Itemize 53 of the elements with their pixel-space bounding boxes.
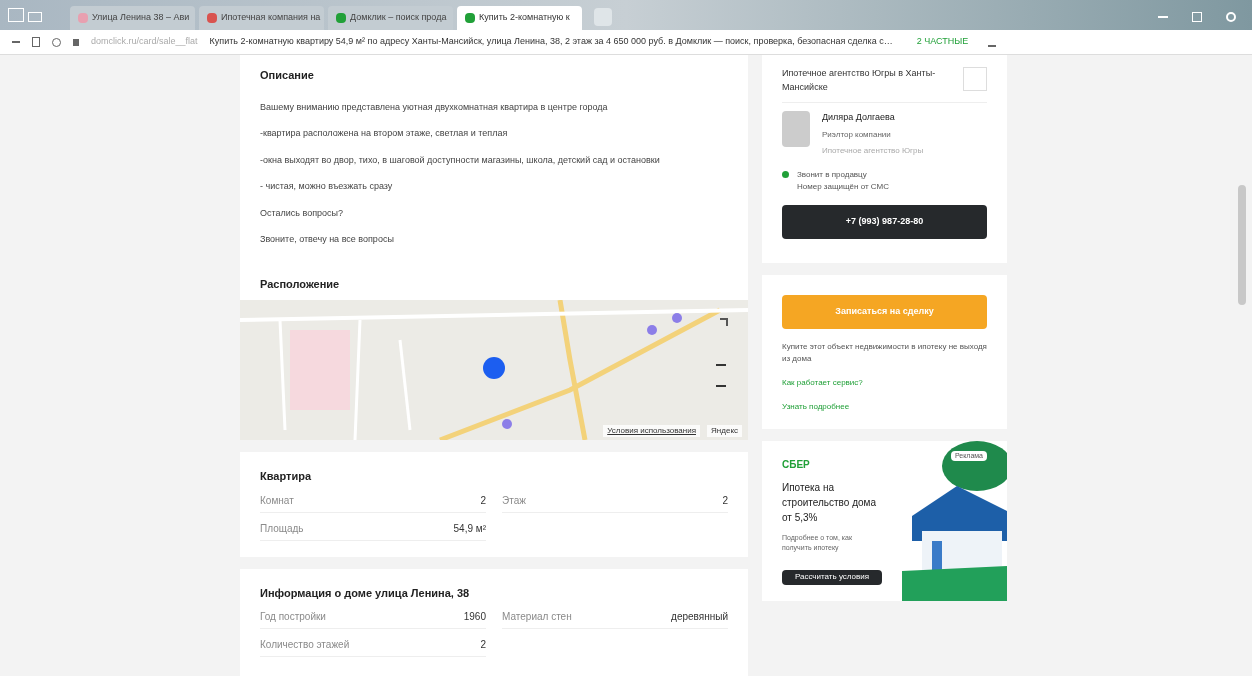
agency-logo <box>963 67 987 91</box>
status-note: Номер защищён от СМС <box>797 180 889 193</box>
expand-icon[interactable] <box>720 318 728 326</box>
description-paragraph: -квартира расположена на втором этаже, светлая и теплая <box>260 127 509 140</box>
section-title: Описание <box>260 68 315 83</box>
browser-tab[interactable]: Домклик – поиск прода <box>328 6 453 30</box>
map[interactable]: Условия использования Яндекс <box>240 300 748 440</box>
property-value: 54,9 м² <box>453 521 486 536</box>
avatar <box>782 111 810 147</box>
description-paragraph: Остались вопросы? <box>260 206 345 220</box>
scrollbar[interactable] <box>1238 185 1246 305</box>
map-attribution-link[interactable]: Условия использования <box>603 425 700 437</box>
property-value: 1960 <box>463 610 486 624</box>
property-label: Количество этажей <box>260 638 350 652</box>
agent-name[interactable]: Диляра Долгаева <box>822 111 924 125</box>
phone-button[interactable]: +7 (993) 987-28-80 <box>782 204 987 239</box>
property-label: Площадь <box>260 521 304 536</box>
property-value: 2 <box>480 638 486 652</box>
browser-tab[interactable]: Ипотечная компания на <box>199 6 324 30</box>
description-paragraph: Звоните, отвечу на все вопросы <box>260 233 395 246</box>
description-paragraph: -окна выходят во двор, тихо, в шаговой доступности магазины, школа, детский сад и остановки <box>260 153 661 167</box>
info-link[interactable]: Как работает сервис? <box>782 376 987 389</box>
property-value: 2 <box>480 493 486 508</box>
agent-note: Ипотечное агентство Югры <box>822 144 924 157</box>
browser-tab[interactable]: Купить 2-комнатную к <box>457 6 582 30</box>
section-title: Информация о доме улица Ленина, 38 <box>260 585 471 601</box>
ad-title: Ипотека на строительство дома от 5,3% <box>782 480 877 525</box>
property-value: 2 <box>722 493 728 508</box>
property-label: Год постройки <box>260 610 326 624</box>
property-label: Этаж <box>502 493 526 508</box>
browser-tab[interactable]: Улица Ленина 38 – Ави <box>70 6 195 30</box>
description-paragraph: - чистая, можно въезжать сразу <box>260 180 394 193</box>
property-label: Комнат <box>260 493 294 508</box>
page-title-url[interactable]: Купить 2-комнатную квартиру 54,9 м² по адресу Ханты-Мансийск, улица Ленина, 38, 2 этаж за 4 650 000 руб. в Домклик — поиск, проверка, безопасная сделка с… <box>209 35 893 49</box>
info-link[interactable]: Узнать подробнее <box>782 400 987 413</box>
url-host: domclick.ru/card/sale__flat <box>91 35 198 49</box>
section-title: Квартира <box>260 469 313 484</box>
property-value: деревянный <box>671 610 728 624</box>
tabs-menu-icon[interactable] <box>8 8 24 22</box>
calculate-button[interactable]: Рассчитать условия <box>782 569 882 585</box>
description-paragraph: Вашему вниманию представлена уютная двухкомнатная квартира в центре города <box>260 100 609 114</box>
section-title: Расположение <box>260 276 341 292</box>
map-brand-label: Яндекс <box>707 425 742 437</box>
tab-list-icon[interactable] <box>28 12 42 22</box>
status-text: Звонит в продавцу <box>797 168 868 181</box>
agency-name[interactable]: Ипотечное агентство Югры в Ханты-Мансийске <box>782 67 952 94</box>
maximize-icon[interactable] <box>1192 12 1202 22</box>
bookmark-icon[interactable] <box>32 37 40 47</box>
reader-badge[interactable]: 2 ЧАСТНЫЕ <box>916 35 969 49</box>
property-label: Материал стен <box>502 610 572 624</box>
deal-text: Купите этот объект недвижимости в ипотеку не выходя из дома <box>782 340 987 365</box>
agent-role: Риэлтор компании <box>822 128 892 141</box>
brand-logo: СБЕР <box>782 457 811 472</box>
